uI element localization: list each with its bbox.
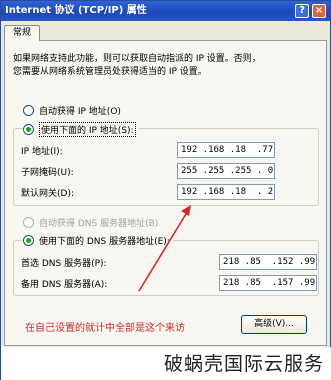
tab-general[interactable]: 常规	[4, 25, 40, 41]
annotation-arrow	[138, 205, 191, 292]
properties-dialog: Internet 协议 (TCP/IP) 属性 ? × 常规 如果网络支持此功能…	[0, 0, 331, 380]
advanced-button[interactable]: 高级(V)...	[241, 315, 307, 334]
watermark-text: 破蜗壳国际云服务	[163, 353, 324, 375]
title-bar: Internet 协议 (TCP/IP) 属性 ? ×	[1, 1, 330, 21]
help-button[interactable]: ?	[295, 4, 309, 18]
window-title: Internet 协议 (TCP/IP) 属性	[5, 5, 147, 16]
general-panel: 如果网络支持此功能，则可以获取自动指派的 IP 设置。否则， 您需要从网络系统管…	[4, 40, 327, 346]
annotation-text: 在自己设置的就计中全部是这个来访	[25, 323, 185, 334]
close-button[interactable]: ×	[312, 4, 326, 18]
